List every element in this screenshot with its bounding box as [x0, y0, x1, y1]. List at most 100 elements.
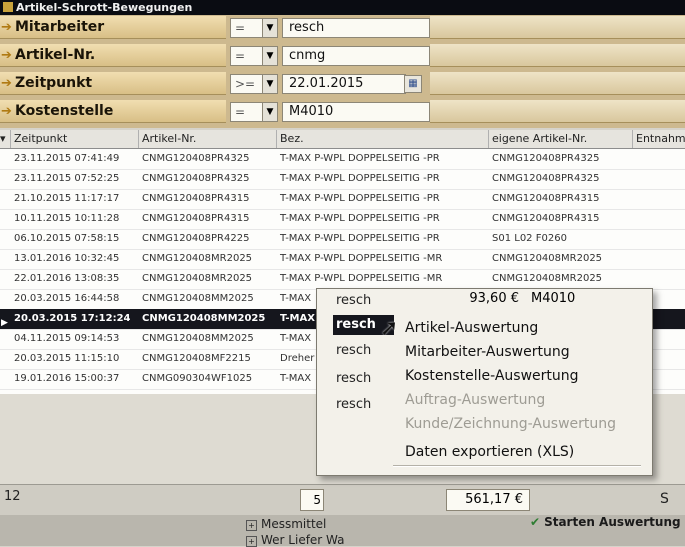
table-cell: T-MAX P-WPL DOPPELSEITIG -PR	[280, 193, 440, 204]
table-cell: CNMG120408PR4225	[142, 233, 250, 244]
table-cell: T-MAX P-WPL DOPPELSEITIG -PR	[280, 153, 440, 164]
table-cell: CNMG090304WF1025	[142, 373, 253, 384]
filter-value-input[interactable]: M4010	[282, 102, 430, 122]
bottom-panel: + Messmittel + Wer Liefer Wa ✔ Starten Ausw…	[0, 515, 685, 547]
filter-value-input[interactable]: resch	[282, 18, 430, 38]
table-cell: CNMG120408PR4325	[142, 173, 250, 184]
column-header-bez[interactable]: Bez.	[277, 130, 489, 148]
table-cell: T-MAX P-WPL DOPPELSEITIG -PR	[280, 213, 440, 224]
popup-name: resch	[336, 397, 372, 412]
operator-select[interactable]: >= ▼	[230, 74, 278, 94]
context-popup: resch resch resch resch resch 93,60 € M4…	[316, 288, 653, 476]
menu-item-kostenstelle-auswertung[interactable]: Kostenstelle-Auswertung	[405, 365, 579, 387]
menu-item-kunde-zeichnung-auswertung: Kunde/Zeichnung-Auswertung	[405, 416, 617, 432]
window-title: Artikel-Schrott-Bewegungen	[16, 1, 193, 14]
date-input[interactable]: 22.01.2015	[282, 74, 406, 94]
arrow-right-icon: ➔	[1, 48, 12, 63]
filter-value-input[interactable]: cnmg	[282, 46, 430, 66]
sum-field-total: 561,17 €	[446, 489, 530, 511]
table-cell: 19.01.2016 15:00:37	[14, 373, 120, 384]
operator-select[interactable]: = ▼	[230, 18, 278, 38]
table-row[interactable]: 13.01.2016 10:32:45 CNMG120408MR2025 T-MAX…	[0, 249, 685, 270]
table-cell: T-MAX P-WPL DOPPELSEITIG -PR	[280, 173, 440, 184]
operator-select[interactable]: = ▼	[230, 102, 278, 122]
menu-separator	[393, 465, 641, 467]
record-count: 12	[4, 489, 21, 504]
window-titlebar: Artikel-Schrott-Bewegungen	[0, 0, 685, 15]
table-cell: CNMG120408PR4315	[492, 213, 600, 224]
calendar-icon[interactable]: ▦	[404, 75, 422, 93]
status-right-label[interactable]: S	[660, 491, 669, 507]
filter-row-kostenstelle: ➔ Kostenstelle = ▼ M4010	[0, 99, 685, 123]
filter-label: ➔ Artikel-Nr.	[0, 44, 226, 67]
table-row[interactable]: 23.11.2015 07:41:49 CNMG120408PR4325 T-MAX…	[0, 149, 685, 170]
table-cell: CNMG120408PR4315	[142, 193, 250, 204]
filter-row-mitarbeiter: ➔ Mitarbeiter = ▼ resch	[0, 15, 685, 39]
filter-row-artikel: ➔ Artikel-Nr. = ▼ cnmg	[0, 43, 685, 67]
expand-icon[interactable]: +	[246, 520, 257, 531]
table-cell: CNMG120408MM2025	[142, 293, 254, 304]
table-row[interactable]: 06.10.2015 07:58:15 CNMG120408PR4225 T-MAX…	[0, 229, 685, 250]
context-menu: Artikel-Auswertung Mitarbeiter-Auswertun…	[389, 315, 645, 475]
tree-item-messmittel[interactable]: + Messmittel	[246, 517, 326, 531]
column-header-zeitpunkt[interactable]: Zeitpunkt	[11, 130, 139, 148]
chevron-down-icon[interactable]: ▼	[262, 19, 277, 37]
operator-select[interactable]: = ▼	[230, 46, 278, 66]
filter-panel: ➔ Mitarbeiter = ▼ resch ➔ Artikel-Nr. = ▼ cn…	[0, 15, 685, 128]
table-cell: CNMG120408PR4325	[142, 153, 250, 164]
filter-row-spacer	[430, 100, 685, 123]
grid-header: ▾ Zeitpunkt Artikel-Nr. Bez. eigene Arti…	[0, 130, 685, 149]
table-cell: CNMG120408MM2025	[142, 333, 254, 344]
popup-name: resch	[336, 371, 372, 386]
table-cell: 04.11.2015 09:14:53	[14, 333, 120, 344]
popup-code: M4010	[531, 291, 576, 306]
table-row[interactable]: 21.10.2015 11:17:17 CNMG120408PR4315 T-MAX…	[0, 189, 685, 210]
menu-item-daten-exportieren[interactable]: Daten exportieren (XLS)	[405, 441, 574, 463]
table-cell: 22.01.2016 13:08:35	[14, 273, 120, 284]
menu-item-auftrag-auswertung: Auftrag-Auswertung	[405, 392, 546, 408]
column-header-entnahme[interactable]: Entnahme	[633, 130, 685, 148]
arrow-right-icon: ➔	[1, 104, 12, 119]
menu-item-artikel-auswertung[interactable]: Artikel-Auswertung	[405, 317, 538, 339]
table-cell: T-MAX P-WPL DOPPELSEITIG -PR	[280, 233, 440, 244]
column-header-eigene-artikel[interactable]: eigene Artikel-Nr.	[489, 130, 633, 148]
sum-field-left: 5	[300, 489, 324, 511]
mouse-pointer-icon: ➚	[380, 316, 399, 341]
filter-row-spacer	[430, 16, 685, 39]
chevron-down-icon[interactable]: ▼	[262, 103, 277, 121]
table-cell: 21.10.2015 11:17:17	[14, 193, 120, 204]
table-row[interactable]: 10.11.2015 10:11:28 CNMG120408PR4315 T-MAX…	[0, 209, 685, 230]
table-cell: CNMG120408PR4325	[492, 153, 600, 164]
check-icon: ✔	[530, 515, 541, 529]
arrow-right-icon: ➔	[1, 76, 12, 91]
table-cell: CNMG120408PR4315	[142, 213, 250, 224]
table-cell: S01 L02 F0260	[492, 233, 567, 244]
menu-item-mitarbeiter-auswertung[interactable]: Mitarbeiter-Auswertung	[405, 341, 570, 363]
table-row[interactable]: 23.11.2015 07:52:25 CNMG120408PR4325 T-MAX…	[0, 169, 685, 190]
table-cell: 23.11.2015 07:52:25	[14, 173, 120, 184]
table-cell: 23.11.2015 07:41:49	[14, 153, 120, 164]
table-cell: CNMG120408PR4325	[492, 173, 600, 184]
filter-label: ➔ Zeitpunkt	[0, 72, 226, 95]
popup-name: resch	[336, 293, 372, 308]
table-cell: 13.01.2016 10:32:45	[14, 253, 120, 264]
filter-label: ➔ Mitarbeiter	[0, 16, 226, 39]
table-cell: CNMG120408MR2025	[142, 273, 253, 284]
table-cell: 06.10.2015 07:58:15	[14, 233, 120, 244]
table-row[interactable]: 22.01.2016 13:08:35 CNMG120408MR2025 T-MAX…	[0, 269, 685, 290]
tree-item-wer-liefer[interactable]: + Wer Liefer Wa	[246, 533, 345, 547]
popup-first-row: 93,60 € M4010	[395, 289, 652, 309]
table-cell: CNMG120408MF2215	[142, 353, 251, 364]
app-icon	[3, 2, 13, 12]
expand-icon[interactable]: +	[246, 536, 257, 547]
column-header-artikel[interactable]: Artikel-Nr.	[139, 130, 277, 148]
table-cell: CNMG120408MM2025	[142, 313, 266, 324]
start-evaluation-button[interactable]: ✔ Starten Auswertung	[530, 515, 685, 529]
chevron-down-icon[interactable]: ▼	[262, 75, 277, 93]
chevron-down-icon[interactable]: ▼	[262, 47, 277, 65]
table-cell: 10.11.2015 10:11:28	[14, 213, 120, 224]
filter-row-zeitpunkt: ➔ Zeitpunkt >= ▼ 22.01.2015 ▦	[0, 71, 685, 95]
table-cell: T-MAX P-WPL DOPPELSEITIG -MR	[280, 253, 443, 264]
table-cell: 20.03.2015 11:15:10	[14, 353, 120, 364]
filter-label: ➔ Kostenstelle	[0, 100, 226, 123]
